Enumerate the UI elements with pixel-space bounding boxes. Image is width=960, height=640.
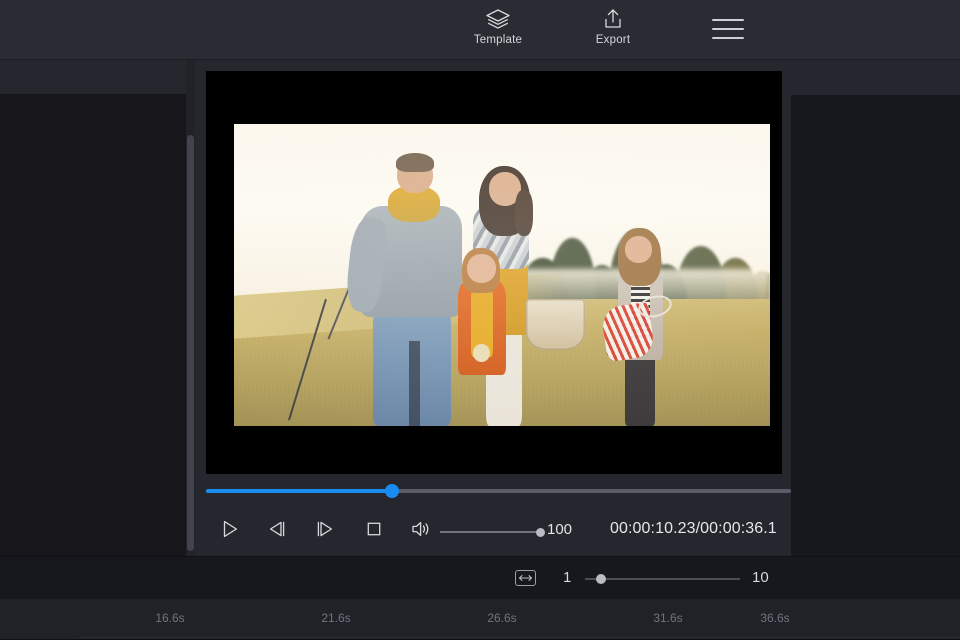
volume-knob[interactable] [536, 528, 545, 537]
transport-bar: 100 00:00:10.23/00:00:36.1 [195, 506, 791, 556]
stop-button[interactable] [360, 518, 388, 544]
volume-value: 100 [547, 521, 572, 538]
app-root: Template Export [0, 0, 960, 640]
hamburger-line [712, 19, 744, 21]
ruler-tick-label: 16.6s [155, 611, 184, 625]
zoom-min-label: 1 [563, 569, 571, 586]
playback-progress-slider[interactable] [206, 483, 796, 499]
previous-frame-button[interactable] [263, 518, 291, 544]
speaker-icon [410, 519, 432, 544]
timecode-display: 00:00:10.23/00:00:36.1 [610, 520, 777, 538]
template-button[interactable]: Template [453, 6, 543, 46]
next-frame-icon [315, 519, 335, 544]
template-button-label: Template [474, 34, 522, 46]
upload-icon [601, 6, 625, 32]
ruler-tick-label: 36.6s [760, 611, 789, 625]
preview-panel [195, 60, 791, 556]
photo-man-leg-split [409, 341, 420, 426]
play-icon [220, 519, 240, 544]
photo-woman-hair-side [515, 190, 533, 235]
volume-slider[interactable] [440, 528, 540, 536]
ruler-tick-label: 26.6s [487, 611, 516, 625]
ruler-baseline [78, 637, 960, 638]
photo-child-left-apple [473, 344, 490, 362]
play-button[interactable] [216, 518, 244, 544]
left-panel-body [0, 94, 186, 556]
left-panel-header [0, 60, 186, 94]
ruler-tick-label: 21.6s [321, 611, 350, 625]
timeline-ruler[interactable]: 16.6s 21.6s 26.6s 31.6s 36.6s [0, 599, 960, 640]
stop-icon [364, 519, 384, 544]
photo-child-right-legs [625, 354, 655, 426]
top-toolbar: Template Export [0, 0, 960, 60]
zoom-max-label: 10 [752, 569, 769, 586]
progress-knob[interactable] [385, 484, 399, 498]
next-frame-button[interactable] [311, 518, 339, 544]
progress-fill [206, 489, 392, 493]
zoom-track[interactable] [585, 578, 740, 580]
left-panel [0, 60, 186, 556]
scrollbar-thumb[interactable] [187, 135, 194, 551]
left-panel-scrollbar[interactable] [186, 60, 195, 556]
volume-button[interactable] [407, 518, 435, 544]
hamburger-line [712, 37, 744, 39]
photo-basket [526, 299, 585, 350]
video-canvas[interactable] [206, 71, 782, 474]
right-panel-content [791, 95, 960, 556]
export-button-label: Export [596, 34, 630, 46]
previous-frame-icon [267, 519, 287, 544]
fit-to-width-icon[interactable] [515, 570, 536, 586]
ruler-tick-label: 31.6s [653, 611, 682, 625]
hamburger-line [712, 28, 744, 30]
volume-track[interactable] [440, 531, 540, 533]
photo-child-right-head [625, 236, 652, 263]
timeline-toolbar [0, 556, 960, 599]
right-panel [791, 60, 960, 556]
export-button[interactable]: Export [568, 6, 658, 46]
layers-icon [485, 6, 511, 32]
zoom-knob[interactable] [596, 574, 606, 584]
photo-child-left-head [467, 254, 496, 283]
hamburger-menu-icon[interactable] [712, 16, 744, 42]
video-frame-image [234, 124, 770, 426]
timeline-zoom-slider[interactable] [585, 574, 740, 584]
photo-man-hair [396, 153, 435, 173]
